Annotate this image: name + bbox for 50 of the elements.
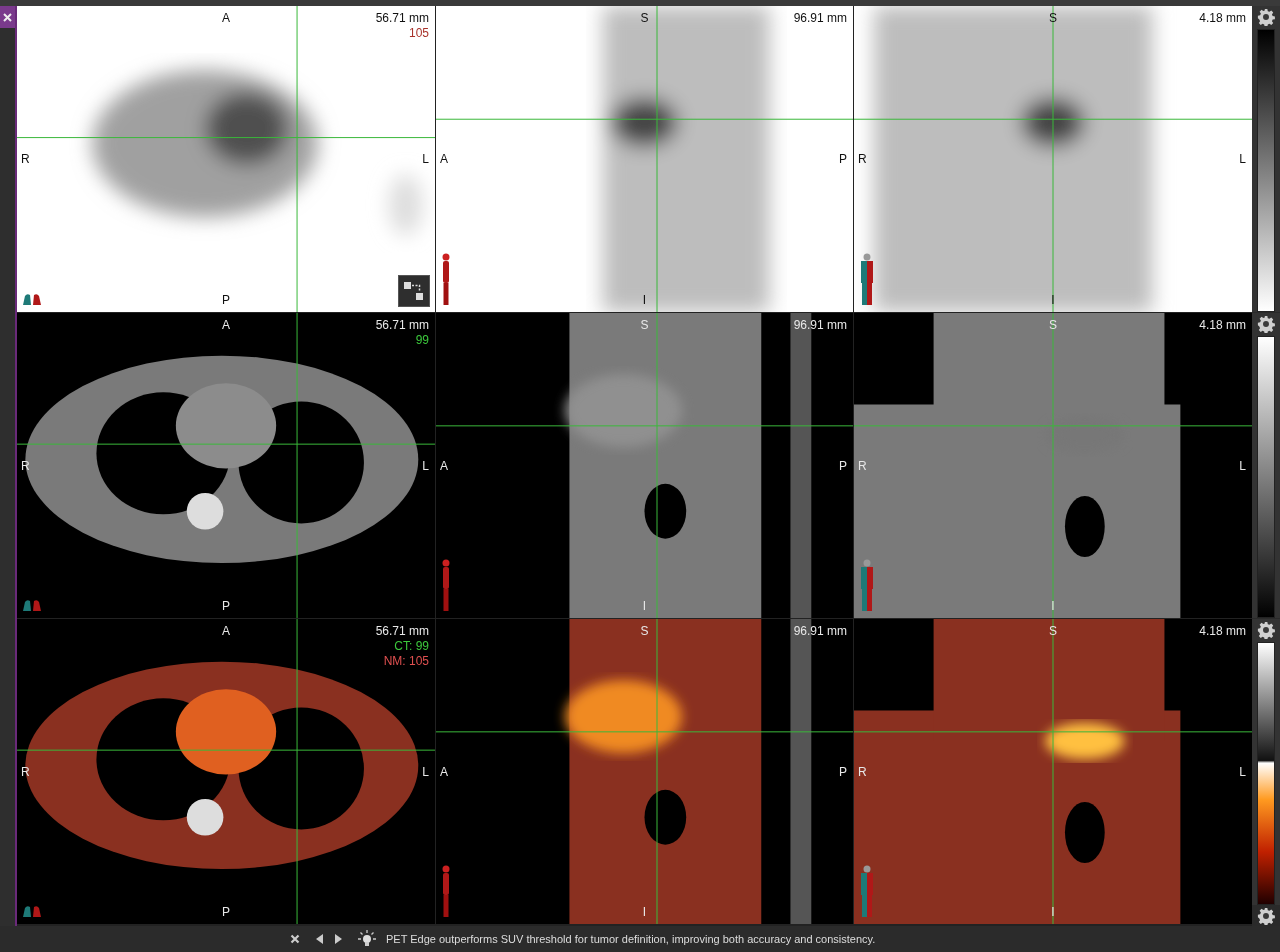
orientation-label: P xyxy=(839,764,847,779)
orientation-label: I xyxy=(642,905,647,919)
orientation-label: P xyxy=(222,293,230,307)
slice-position-label: 4.18 mm xyxy=(1199,11,1246,26)
orientation-label: P xyxy=(222,599,230,613)
orientation-label: A xyxy=(440,458,448,473)
orientation-label: L xyxy=(422,152,429,166)
orientation-label: S xyxy=(640,318,649,332)
orientation-label: P xyxy=(839,152,847,166)
slice-number-label: NM: 105 xyxy=(383,654,429,669)
orientation-label: S xyxy=(1049,11,1057,25)
orientation-label: S xyxy=(640,624,649,638)
orientation-label: L xyxy=(1239,764,1246,779)
orientation-label: S xyxy=(1049,624,1057,638)
orientation-label: P xyxy=(222,905,230,919)
orientation-label: A xyxy=(222,318,230,332)
orientation-label: A xyxy=(222,624,230,638)
orientation-label: L xyxy=(1239,152,1246,166)
slice-position-label: 4.18 mm xyxy=(1199,624,1246,639)
slice-position-label: 56.71 mm xyxy=(375,318,429,333)
orientation-label: I xyxy=(642,599,647,613)
orientation-label: L xyxy=(422,764,429,779)
slice-position-label: 96.91 mm xyxy=(793,318,847,333)
slice-position-label: 96.91 mm xyxy=(793,11,847,26)
orientation-label: S xyxy=(640,11,649,25)
orientation-label: A xyxy=(440,764,448,779)
orientation-label: S xyxy=(1049,318,1057,332)
slice-number-label: 105 xyxy=(408,26,429,41)
slice-number-label: CT: 99 xyxy=(394,639,429,654)
orientation-label: R xyxy=(21,152,30,166)
orientation-label: R xyxy=(21,764,30,779)
slice-position-label: 56.71 mm xyxy=(375,624,429,639)
orientation-label: I xyxy=(642,293,647,307)
orientation-label: R xyxy=(858,764,867,779)
orientation-label: I xyxy=(1051,905,1055,919)
orientation-label: A xyxy=(440,152,448,166)
orientation-label: L xyxy=(422,458,429,473)
orientation-label: L xyxy=(1239,458,1246,473)
slice-number-label: 99 xyxy=(415,333,429,348)
orientation-label: R xyxy=(21,458,30,473)
orientation-label: P xyxy=(839,458,847,473)
orientation-label: I xyxy=(1051,599,1055,613)
slice-position-label: 4.18 mm xyxy=(1199,318,1246,333)
orientation-label: R xyxy=(858,152,867,166)
orientation-label: R xyxy=(858,458,867,473)
slice-position-label: 96.91 mm xyxy=(793,624,847,639)
orientation-label: I xyxy=(1051,293,1055,307)
orientation-label: A xyxy=(222,11,230,25)
tip-text: PET Edge outperforms SUV threshold for tumor definition, improving both accuracy and consistency. xyxy=(386,933,876,945)
slice-position-label: 56.71 mm xyxy=(375,11,429,26)
